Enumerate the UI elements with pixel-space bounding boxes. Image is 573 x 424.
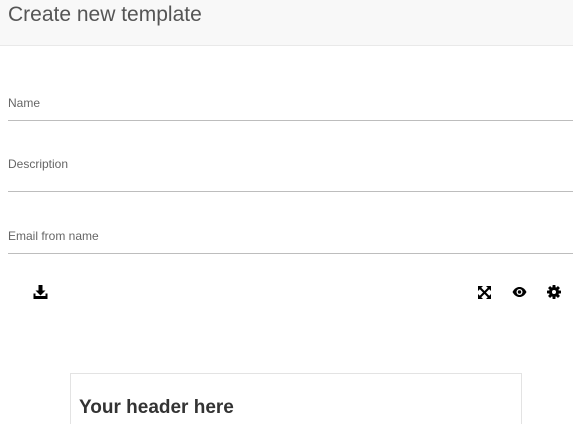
gear-icon: [547, 285, 561, 299]
canvas-header-text[interactable]: Your header here: [79, 396, 234, 420]
description-input[interactable]: [8, 169, 573, 189]
fullscreen-icon: [477, 285, 491, 299]
export-button[interactable]: [29, 281, 51, 303]
description-field[interactable]: Description: [8, 148, 573, 192]
email-canvas[interactable]: Your header here: [70, 373, 522, 424]
page-title: Create new template: [8, 3, 202, 26]
eye-icon: [512, 287, 526, 297]
template-editor-page: Create new template Name Description Ema…: [0, 0, 573, 424]
name-input[interactable]: [8, 98, 573, 118]
page-header: Create new template: [0, 0, 573, 46]
settings-button[interactable]: [543, 281, 565, 303]
email-from-name-field[interactable]: Email from name: [8, 222, 573, 254]
email-from-name-input[interactable]: [8, 231, 573, 251]
fullscreen-button[interactable]: [473, 281, 495, 303]
download-icon: [33, 285, 47, 299]
name-field[interactable]: Name: [8, 88, 573, 121]
preview-button[interactable]: [508, 281, 530, 303]
